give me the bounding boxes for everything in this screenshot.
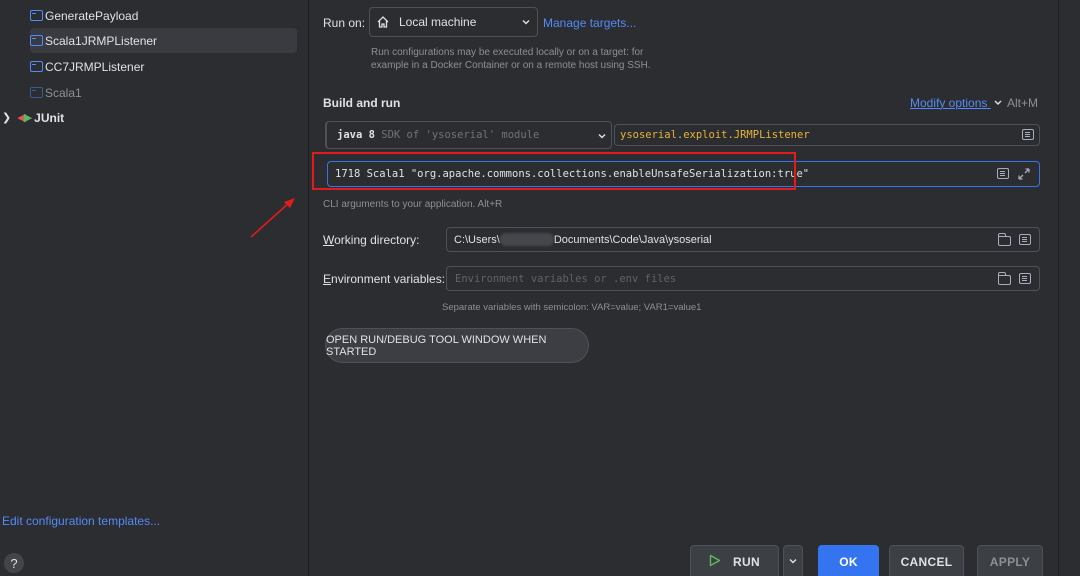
home-icon bbox=[376, 15, 390, 29]
modify-options-shortcut: Alt+M bbox=[1007, 96, 1039, 110]
tree-item-generatepayload[interactable]: GeneratePayload bbox=[30, 3, 297, 28]
environment-variables-label: Environment variables: bbox=[323, 272, 446, 286]
junit-icon: ◀▶ bbox=[17, 112, 32, 124]
configurations-tree-panel: GeneratePayload Scala1JRMPListener CC7JR… bbox=[0, 0, 309, 576]
jdk-module: SDK of 'ysoserial' module bbox=[374, 129, 540, 141]
run-on-select[interactable]: Local machine bbox=[369, 7, 538, 37]
run-on-value: Local machine bbox=[399, 15, 477, 29]
expand-icon[interactable] bbox=[1017, 167, 1031, 184]
insert-macro-icon[interactable] bbox=[997, 168, 1009, 179]
tree-item-cc7jrmplistener[interactable]: CC7JRMPListener bbox=[30, 54, 297, 79]
tree-item-label: CC7JRMPListener bbox=[45, 59, 145, 74]
application-config-icon bbox=[30, 87, 43, 98]
redacted-username bbox=[499, 233, 554, 246]
modify-options-link[interactable]: Modify options bbox=[910, 96, 1003, 110]
working-directory-label: Working directory: bbox=[323, 233, 420, 247]
tree-item-scala1[interactable]: Scala1 bbox=[30, 80, 297, 105]
jdk-select[interactable]: java 8 SDK of 'ysoserial' module bbox=[325, 121, 612, 149]
working-directory-value-start: C:\Users\ bbox=[454, 233, 500, 246]
ok-button[interactable]: OK bbox=[818, 545, 879, 576]
working-directory-field[interactable]: C:\Users\ Documents\Code\Java\ysoserial bbox=[446, 227, 1040, 252]
insert-macro-icon[interactable] bbox=[1019, 234, 1031, 245]
application-config-icon bbox=[30, 10, 43, 21]
run-on-label: Run on: bbox=[323, 16, 366, 30]
run-on-hint-line2: example in a Docker Container or on a re… bbox=[371, 60, 651, 71]
environment-variables-field[interactable]: Environment variables or .env files bbox=[446, 266, 1040, 291]
chevron-right-icon[interactable]: ❯ bbox=[2, 111, 11, 124]
jdk-version: java 8 bbox=[337, 129, 375, 141]
apply-button[interactable]: APPLY bbox=[977, 545, 1043, 576]
vertical-scrollbar[interactable] bbox=[1058, 0, 1080, 576]
main-class-value: ysoserial.exploit.JRMPListener bbox=[620, 129, 810, 141]
chevron-down-icon bbox=[597, 130, 607, 144]
open-tool-window-option[interactable]: OPEN RUN/DEBUG TOOL WINDOW WHEN STARTED bbox=[325, 328, 589, 363]
browse-class-icon[interactable] bbox=[1022, 129, 1034, 140]
tree-item-label: Scala1 bbox=[45, 85, 82, 100]
tree-item-junit[interactable]: ❯ ◀▶ JUnit bbox=[0, 105, 297, 130]
environment-variables-hint: Separate variables with semicolon: VAR=v… bbox=[442, 302, 702, 313]
tree-item-scala1jrmplistener[interactable]: Scala1JRMPListener bbox=[30, 28, 297, 53]
tree-item-label: JUnit bbox=[34, 110, 65, 125]
run-button[interactable]: RUN bbox=[690, 545, 779, 576]
chevron-down-icon bbox=[521, 16, 531, 30]
folder-icon[interactable] bbox=[997, 272, 1011, 285]
annotation-arrow-icon bbox=[250, 198, 295, 238]
tree-item-label: GeneratePayload bbox=[45, 8, 139, 23]
chevron-down-icon bbox=[788, 555, 798, 569]
folder-icon[interactable] bbox=[997, 233, 1011, 246]
edit-configuration-templates-link[interactable]: Edit configuration templates... bbox=[2, 514, 160, 528]
build-and-run-heading: Build and run bbox=[323, 96, 401, 110]
environment-variables-placeholder: Environment variables or .env files bbox=[455, 272, 677, 285]
run-button-label: RUN bbox=[733, 555, 760, 569]
run-on-hint-line1: Run configurations may be executed local… bbox=[371, 47, 644, 58]
chevron-down-icon bbox=[993, 96, 1003, 110]
annotation-highlight-box bbox=[312, 152, 796, 190]
manage-targets-link[interactable]: Manage targets... bbox=[543, 16, 636, 30]
application-config-icon bbox=[30, 35, 43, 46]
tree-item-label: Scala1JRMPListener bbox=[45, 33, 158, 48]
working-directory-label-text: orking directory: bbox=[334, 233, 420, 247]
main-class-field[interactable]: ysoserial.exploit.JRMPListener bbox=[614, 124, 1040, 146]
edit-environment-icon[interactable] bbox=[1019, 273, 1031, 284]
help-button[interactable]: ? bbox=[4, 553, 24, 573]
application-config-icon bbox=[30, 61, 43, 72]
cli-arguments-hint: CLI arguments to your application. Alt+R bbox=[323, 199, 503, 210]
modify-options-label: Modify options bbox=[910, 96, 988, 110]
run-options-dropdown[interactable] bbox=[783, 545, 803, 576]
cancel-button[interactable]: CANCEL bbox=[889, 545, 964, 576]
working-directory-value-end: Documents\Code\Java\ysoserial bbox=[553, 233, 712, 246]
run-icon bbox=[709, 554, 721, 570]
